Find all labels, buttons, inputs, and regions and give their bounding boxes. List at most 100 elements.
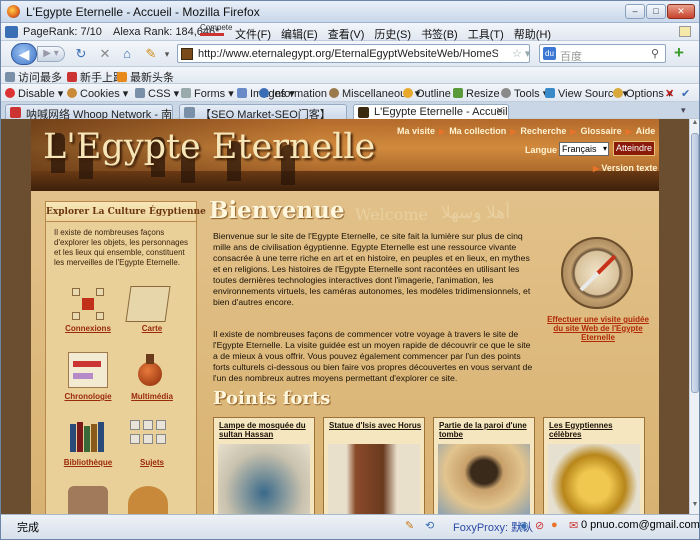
link-ma-collection[interactable]: Ma collection <box>449 126 506 136</box>
search-box[interactable]: du 百度 ⚲ <box>539 44 666 63</box>
edit-icon[interactable]: ✎ <box>143 46 159 62</box>
link-aide[interactable]: Aide <box>636 126 656 136</box>
more-icon[interactable] <box>128 486 168 514</box>
highlight-card[interactable]: Statue d'Isis avec Horus <box>323 417 425 514</box>
arrow-icon: ▶ <box>570 127 577 136</box>
highlight-card[interactable]: Lampe de mosquée du sultan Hassan <box>213 417 315 514</box>
version-texte-link[interactable]: ▶ Version texte <box>593 163 657 173</box>
language-select[interactable]: Français ▾ <box>559 142 609 156</box>
baidu-icon[interactable]: du <box>543 47 556 60</box>
menu-edit[interactable]: 编辑(E) <box>281 29 318 41</box>
connexions-icon[interactable] <box>68 286 108 322</box>
more-icon[interactable] <box>68 486 108 514</box>
search-input[interactable]: 百度 <box>560 48 582 64</box>
url-bar[interactable]: http://www.eternalegypt.org/EternalEgypt… <box>177 44 530 63</box>
guided-tour-link[interactable]: Effectuer une visite guidée du site Web … <box>543 315 653 342</box>
link-ma-visite[interactable]: Ma visite <box>397 126 435 136</box>
highlight-title[interactable]: Partie de la paroi d'une tombe <box>439 421 533 439</box>
tab-seo-market[interactable]: 【SEO Market-SEO门客】 <box>179 104 347 119</box>
gmail-icon[interactable]: ✉ <box>569 519 578 532</box>
sidebar-item-sujets[interactable]: Sujets <box>122 458 182 467</box>
compass-icon[interactable] <box>561 237 633 309</box>
highlight-card[interactable]: Les Egyptiennes célèbres <box>543 417 645 514</box>
bookmark-most-visited[interactable]: 访问最多 <box>5 69 62 85</box>
menu-tools[interactable]: 工具(T) <box>468 29 504 41</box>
link-glossaire[interactable]: Glossaire <box>581 126 622 136</box>
minimize-button[interactable]: – <box>625 4 645 19</box>
scroll-down-icon[interactable]: ▼ <box>690 501 699 513</box>
highlight-card[interactable]: Partie de la paroi d'une tombe <box>433 417 535 514</box>
tab-list-icon[interactable]: ▾ <box>681 105 686 116</box>
firefox-addon-icon[interactable]: ● <box>551 519 558 531</box>
chronology-icon[interactable] <box>68 352 108 388</box>
menu-help[interactable]: 帮助(H) <box>514 29 551 41</box>
sidebar-item-bibliotheque[interactable]: Bibliothèque <box>58 458 118 467</box>
tomb-wall-image[interactable] <box>438 444 530 514</box>
menu-file[interactable]: 文件(F) <box>235 29 271 41</box>
wd-information[interactable]: Information ▾ <box>259 87 336 100</box>
stop-icon[interactable]: ✕ <box>97 46 113 62</box>
add-icon[interactable]: + <box>671 44 687 61</box>
sidebar-item-chronologie[interactable]: Chronologie <box>58 392 118 401</box>
wd-tools[interactable]: Tools ▾ <box>501 87 548 100</box>
addon-icon[interactable]: ✎ <box>405 519 414 532</box>
highlight-title[interactable]: Statue d'Isis avec Horus <box>329 421 423 430</box>
vertical-scrollbar[interactable]: ▲ ▼ <box>689 119 699 514</box>
bookmark-latest-headlines[interactable]: 最新头条 <box>117 69 174 85</box>
wd-resize[interactable]: Resize ▾ <box>453 87 508 100</box>
home-icon[interactable]: ⌂ <box>119 46 135 62</box>
arrow-icon: ▶ <box>625 127 632 136</box>
menu-bar: PageRank: 7/10 Alexa Rank: 184,646* Comp… <box>1 23 699 41</box>
wd-close-icon[interactable]: ✕ <box>665 87 674 100</box>
forward-button[interactable]: ▶ ▾ <box>37 46 65 62</box>
dropdown-icon[interactable]: ▾ <box>159 46 175 62</box>
famous-egyptian-women-image[interactable] <box>548 444 640 514</box>
tab-favicon <box>358 107 369 118</box>
maximize-button[interactable]: □ <box>646 4 666 19</box>
highlight-title[interactable]: Lampe de mosquée du sultan Hassan <box>219 421 313 439</box>
globe-icon[interactable]: ◉ <box>519 519 529 532</box>
highlight-title[interactable]: Les Egyptiennes célèbres <box>549 421 643 439</box>
menu-history[interactable]: 历史(S) <box>374 29 411 41</box>
bookmark-getting-started[interactable]: 新手上路 <box>67 69 124 85</box>
wd-outline[interactable]: Outline ▾ <box>403 87 459 100</box>
link-recherche[interactable]: Recherche <box>520 126 566 136</box>
multimedia-icon[interactable] <box>128 352 168 388</box>
bookmarks-bar: 访问最多 新手上路 最新头条 <box>1 67 699 84</box>
folder-icon[interactable] <box>679 26 691 37</box>
map-icon[interactable] <box>125 286 171 322</box>
wd-check-icon[interactable]: ✔ <box>681 87 690 100</box>
language-go-button[interactable]: Atteindre <box>613 141 655 156</box>
reload-icon[interactable]: ↻ <box>73 46 89 62</box>
gmail-notifier[interactable]: 0 pnuo.com@gmail.com <box>581 519 699 531</box>
scroll-thumb[interactable] <box>691 133 699 393</box>
menu-view[interactable]: 查看(V) <box>328 29 365 41</box>
subjects-icon[interactable] <box>128 418 168 454</box>
block-icon[interactable]: ⊘ <box>535 519 544 532</box>
back-button[interactable]: ◀ <box>11 43 37 65</box>
wd-css[interactable]: CSS ▾ <box>135 87 179 100</box>
wd-cookies[interactable]: Cookies ▾ <box>67 87 128 100</box>
tab-whoop-network[interactable]: 呐喊网络 Whoop Network - 南你... <box>5 104 173 119</box>
wd-options[interactable]: Options ▾ <box>613 87 673 100</box>
sidebar-item-carte[interactable]: Carte <box>122 324 182 333</box>
wd-disable[interactable]: Disable ▾ <box>5 87 63 100</box>
close-button[interactable]: ✕ <box>667 4 695 19</box>
tab-close-icon[interactable]: ✕ <box>496 106 504 117</box>
menu-bookmarks[interactable]: 书签(B) <box>421 29 458 41</box>
wd-forms[interactable]: Forms ▾ <box>181 87 234 100</box>
library-icon[interactable] <box>68 418 108 454</box>
explore-sidebar: Explorer La Culture Égyptienne Il existe… <box>45 201 206 514</box>
bookmark-star-icon[interactable]: ☆ ▾ <box>512 47 530 60</box>
sync-icon[interactable]: ⟲ <box>425 519 434 532</box>
sidebar-item-multimedia[interactable]: Multimédia <box>122 392 182 401</box>
tab-egypte-eternelle[interactable]: L'Egypte Eternelle - Accueil ✕ <box>353 104 509 120</box>
site-logo[interactable]: L'Egypte Eternelle <box>43 127 375 167</box>
mosque-lamp-image[interactable] <box>218 444 310 514</box>
isis-statue-image[interactable] <box>328 444 420 514</box>
header-dunes <box>31 171 659 191</box>
scroll-up-icon[interactable]: ▲ <box>690 119 699 131</box>
sidebar-item-connexions[interactable]: Connexions <box>58 324 118 333</box>
url-text[interactable]: http://www.eternalegypt.org/EternalEgypt… <box>198 48 498 60</box>
search-icon[interactable]: ⚲ <box>651 47 659 60</box>
